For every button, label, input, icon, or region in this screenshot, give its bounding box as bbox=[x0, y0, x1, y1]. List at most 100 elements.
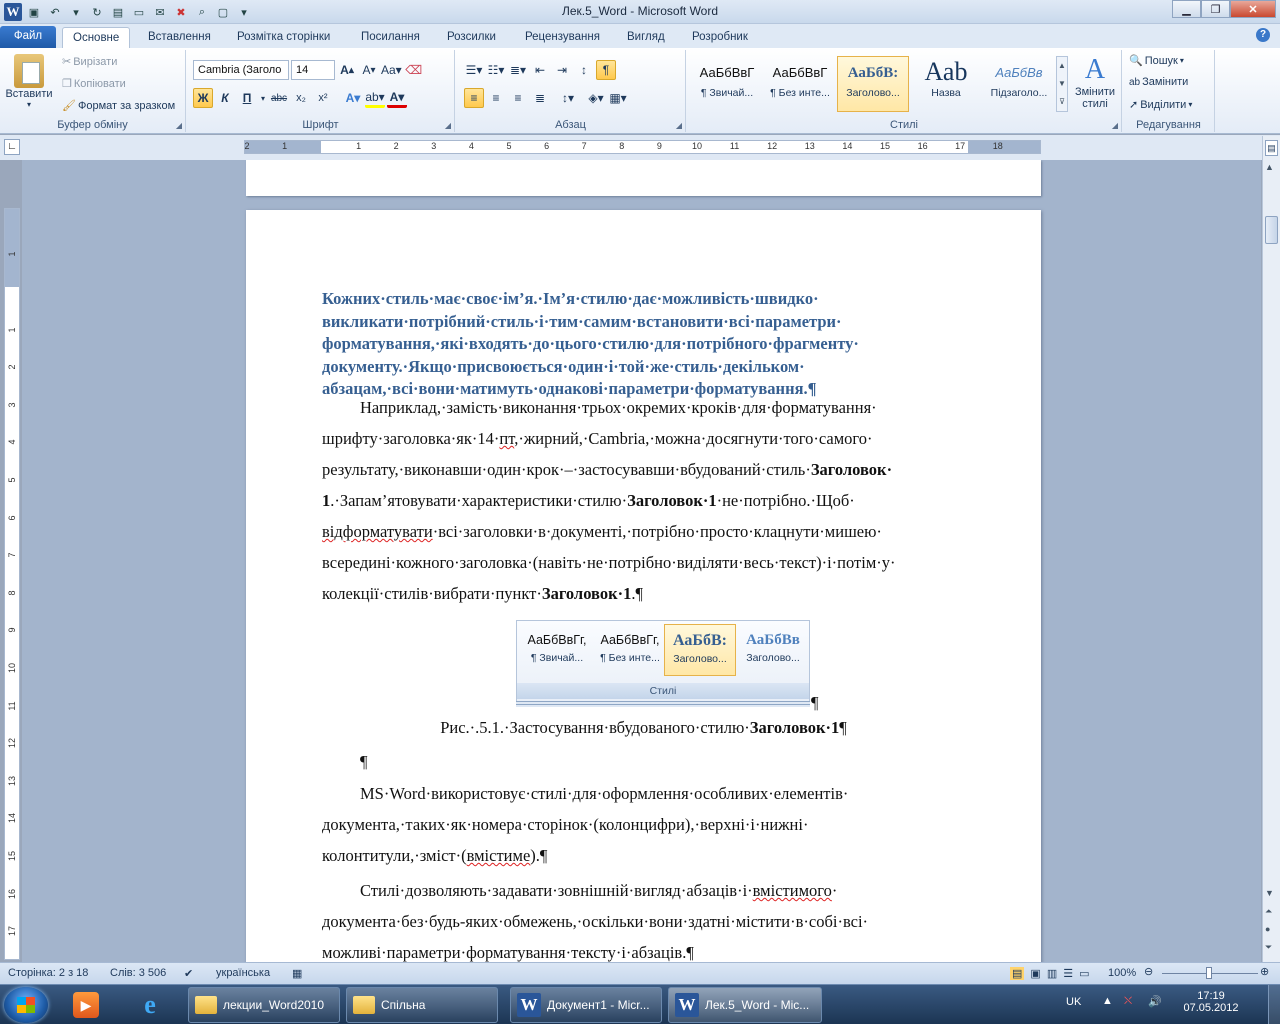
italic-button[interactable]: К bbox=[215, 88, 235, 108]
format-painter-button[interactable]: 🖌 Формат за зразком bbox=[62, 99, 175, 113]
tab-file[interactable]: Файл bbox=[0, 26, 56, 48]
show-marks-icon[interactable]: ¶ bbox=[596, 60, 616, 80]
language-indicator[interactable]: українська bbox=[216, 967, 270, 979]
body-paragraph-3[interactable]: Стилі·дозволяють·задавати·зовнішній·вигл… bbox=[322, 875, 970, 962]
style-no-spacing[interactable]: АаБбВвГ ¶ Без инте... bbox=[764, 56, 836, 112]
tab-home[interactable]: Основне bbox=[62, 27, 131, 48]
styles-launcher-icon[interactable]: ◢ bbox=[1112, 121, 1118, 130]
draft-view-icon[interactable]: ▭ bbox=[1079, 967, 1089, 980]
change-case-icon[interactable]: Aa▾ bbox=[381, 60, 402, 80]
tab-mailings[interactable]: Розсилки bbox=[437, 27, 506, 48]
paragraph-launcher-icon[interactable]: ◢ bbox=[676, 121, 682, 130]
multilevel-list-icon[interactable]: ≣▾ bbox=[508, 60, 528, 80]
superscript-button[interactable]: x² bbox=[313, 88, 333, 108]
underline-dropdown-icon[interactable]: ▾ bbox=[259, 88, 267, 108]
horizontal-ruler[interactable]: 2 1 1 2 3 4 5 6 7 8 9 10 11 12 13 14 15 16 17 18 bbox=[244, 140, 1041, 154]
justify-icon[interactable]: ≣ bbox=[530, 88, 550, 108]
tray-expand-icon[interactable]: ▲ bbox=[1102, 995, 1113, 1007]
vertical-scrollbar[interactable]: ▤ ▲ ▼ ⏶ ● ⏷ bbox=[1262, 136, 1280, 962]
clock[interactable]: 17:19 07.05.2012 bbox=[1180, 990, 1242, 1014]
borders-icon[interactable]: ▦▾ bbox=[608, 88, 628, 108]
align-left-icon[interactable]: ≡ bbox=[464, 88, 484, 108]
style-subtitle[interactable]: АаБбВв Підзаголо... bbox=[983, 56, 1055, 112]
close-window-icon[interactable]: ✕ bbox=[1230, 0, 1276, 18]
subscript-button[interactable]: x₂ bbox=[291, 88, 311, 108]
tab-insert[interactable]: Вставлення bbox=[138, 27, 221, 48]
style-normal[interactable]: АаБбВвГ ¶ Звичай... bbox=[691, 56, 763, 112]
decrease-indent-icon[interactable]: ⇤ bbox=[530, 60, 550, 80]
word-count[interactable]: Слів: 3 506 bbox=[110, 967, 166, 979]
style-heading1[interactable]: АаБбВ: Заголово... bbox=[837, 56, 909, 112]
bullets-icon[interactable]: ☰▾ bbox=[464, 60, 484, 80]
minimize-icon[interactable]: ▁ bbox=[1172, 0, 1201, 18]
font-name-select[interactable]: Cambria (Заголо bbox=[193, 60, 289, 80]
tab-review[interactable]: Рецензування bbox=[515, 27, 610, 48]
strikethrough-button[interactable]: abc bbox=[269, 88, 289, 108]
body-paragraph-2[interactable]: MS·Word·використовує·стилі·для·оформленн… bbox=[322, 778, 970, 871]
heading-paragraph[interactable]: Кожних·стиль·має·своє·ім’я.·Ім’я·стилю·д… bbox=[322, 288, 970, 401]
bold-button[interactable]: Ж bbox=[193, 88, 213, 108]
network-icon[interactable]: ⛌ bbox=[1124, 995, 1132, 1008]
tab-page-layout[interactable]: Розмітка сторінки bbox=[227, 27, 340, 48]
tab-view[interactable]: Вигляд bbox=[617, 27, 675, 48]
line-spacing-icon[interactable]: ↕▾ bbox=[558, 88, 578, 108]
zoom-out-icon[interactable]: ⊖ bbox=[1144, 965, 1153, 978]
increase-indent-icon[interactable]: ⇥ bbox=[552, 60, 572, 80]
vertical-ruler[interactable]: 1 1 2 3 4 5 6 7 8 9 10 11 12 13 14 15 16 17 bbox=[4, 208, 20, 960]
font-color-icon[interactable]: A▾ bbox=[387, 88, 407, 108]
keyboard-language[interactable]: UK bbox=[1066, 996, 1081, 1008]
next-page-icon[interactable]: ⏷ bbox=[1265, 942, 1272, 953]
browse-object-icon[interactable]: ● bbox=[1265, 924, 1270, 934]
help-icon[interactable]: ? bbox=[1256, 28, 1270, 42]
tab-developer[interactable]: Розробник bbox=[682, 27, 758, 48]
web-layout-view-icon[interactable]: ▥ bbox=[1047, 967, 1057, 980]
outline-view-icon[interactable]: ☰ bbox=[1063, 967, 1073, 980]
full-screen-view-icon[interactable]: ▣ bbox=[1030, 967, 1040, 980]
change-styles-button[interactable]: A Змінити стилі bbox=[1072, 54, 1118, 110]
align-right-icon[interactable]: ≡ bbox=[508, 88, 528, 108]
task-lectures-folder[interactable]: лекции_Word2010 bbox=[188, 987, 340, 1023]
start-button[interactable] bbox=[4, 987, 48, 1023]
restore-icon[interactable]: ❐ bbox=[1201, 0, 1230, 18]
macro-record-icon[interactable]: ▦ bbox=[292, 967, 302, 980]
print-layout-view-icon[interactable]: ▤ bbox=[1010, 967, 1025, 980]
styles-scroll[interactable]: ▲ ▼ ⊽ bbox=[1056, 56, 1068, 112]
shrink-font-icon[interactable]: A ▾ bbox=[359, 60, 379, 80]
zoom-in-icon[interactable]: ⊕ bbox=[1260, 965, 1269, 978]
zoom-level[interactable]: 100% bbox=[1108, 967, 1136, 979]
cut-button[interactable]: ✂ Вирізати bbox=[62, 55, 117, 69]
tab-selector-icon[interactable]: ∟ bbox=[4, 139, 20, 155]
clear-format-icon[interactable]: ⌫ bbox=[404, 60, 424, 80]
figure-caption[interactable]: Рис.·.5.1.·Застосування·вбудованого·стил… bbox=[246, 718, 1041, 738]
shading-icon[interactable]: ◈▾ bbox=[586, 88, 606, 108]
previous-page-icon[interactable]: ⏶ bbox=[1265, 906, 1272, 917]
numbering-icon[interactable]: ☷▾ bbox=[486, 60, 506, 80]
style-title[interactable]: Ааb Назва bbox=[910, 56, 982, 112]
volume-icon[interactable]: 🔊 bbox=[1148, 995, 1162, 1008]
align-center-icon[interactable]: ≡ bbox=[486, 88, 506, 108]
paste-button[interactable]: Вставити ▾ bbox=[4, 54, 54, 109]
scroll-down-icon[interactable]: ▼ bbox=[1265, 888, 1274, 898]
grow-font-icon[interactable]: A ▴ bbox=[337, 60, 357, 80]
media-player-icon[interactable]: ▶ bbox=[60, 988, 112, 1022]
task-document1[interactable]: W Документ1 - Micr... bbox=[510, 987, 662, 1023]
internet-explorer-icon[interactable]: e bbox=[124, 988, 176, 1022]
scroll-up-icon[interactable]: ▲ bbox=[1265, 162, 1274, 172]
page-count[interactable]: Сторінка: 2 з 18 bbox=[8, 967, 88, 979]
document-page[interactable]: Кожних·стиль·має·своє·ім’я.·Ім’я·стилю·д… bbox=[246, 210, 1041, 962]
replace-button[interactable]: ab Замінити bbox=[1129, 76, 1188, 88]
sort-icon[interactable]: ↕ bbox=[574, 60, 594, 80]
tab-references[interactable]: Посилання bbox=[351, 27, 430, 48]
text-effects-icon[interactable]: A▾ bbox=[343, 88, 363, 108]
clipboard-launcher-icon[interactable]: ◢ bbox=[176, 121, 182, 130]
task-lecture5[interactable]: W Лек.5_Word - Mic... bbox=[668, 987, 822, 1023]
copy-button[interactable]: ❐ Копіювати bbox=[62, 77, 126, 91]
font-launcher-icon[interactable]: ◢ bbox=[445, 121, 451, 130]
body-paragraph-1[interactable]: Наприклад,·замість·виконання·трьох·окрем… bbox=[322, 392, 970, 609]
underline-button[interactable]: П bbox=[237, 88, 257, 108]
show-desktop-button[interactable] bbox=[1268, 985, 1280, 1024]
task-shared-folder[interactable]: Спільна bbox=[346, 987, 498, 1023]
highlight-icon[interactable]: ab▾ bbox=[365, 88, 385, 108]
proofing-icon[interactable]: ✔ bbox=[184, 967, 193, 980]
find-button[interactable]: 🔍 Пошук ▾ bbox=[1129, 54, 1184, 68]
